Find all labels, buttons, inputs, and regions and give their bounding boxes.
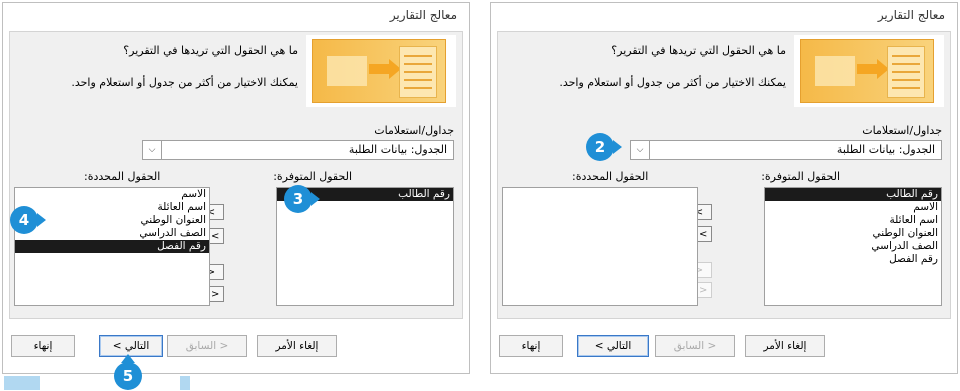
cancel-button[interactable]: إلغاء الأمر xyxy=(745,335,825,357)
selected-fields-label: الحقول المحددة: xyxy=(84,170,161,183)
tables-queries-label: جداول/استعلامات xyxy=(374,124,454,137)
selected-fields-list[interactable] xyxy=(502,187,698,306)
callout-badge-5: 5 xyxy=(114,362,142,390)
tables-queries-label: جداول/استعلامات xyxy=(862,124,942,137)
list-item[interactable]: اسم العائلة xyxy=(765,214,941,227)
previous-button[interactable]: < السابق xyxy=(167,335,247,357)
chevron-down-icon[interactable]: ⌵ xyxy=(631,141,650,159)
combo-value: الجدول: بيانات الطلبة xyxy=(836,143,935,156)
title-bar: معالج التقارير xyxy=(491,3,957,27)
report-wizard-dialog-right: معالج التقارير ما هي الحقول التي تريدها … xyxy=(490,2,958,374)
list-item[interactable]: رقم الفصل xyxy=(15,240,209,253)
list-item[interactable]: الاسم xyxy=(15,188,209,201)
finish-button[interactable]: إنهاء xyxy=(499,335,563,357)
wizard-content: ما هي الحقول التي تريدها في التقرير؟ يمك… xyxy=(9,31,463,319)
hint-text: يمكنك الاختيار من أكثر من جدول أو استعلا… xyxy=(71,76,298,89)
callout-arrow xyxy=(311,192,320,206)
wizard-content: ما هي الحقول التي تريدها في التقرير؟ يمك… xyxy=(497,31,951,319)
report-wizard-illustration xyxy=(800,39,934,103)
list-item[interactable]: رقم الطالب xyxy=(765,188,941,201)
decorative-bar xyxy=(180,376,190,390)
question-text: ما هي الحقول التي تريدها في التقرير؟ xyxy=(123,44,298,57)
combo-value: الجدول: بيانات الطلبة xyxy=(348,143,447,156)
report-wizard-illustration xyxy=(312,39,446,103)
wizard-footer: إلغاء الأمر < السابق التالي > إنهاء xyxy=(3,325,469,371)
available-fields-label: الحقول المتوفرة: xyxy=(273,170,352,183)
list-item[interactable]: العنوان الوطني xyxy=(765,227,941,240)
available-fields-label: الحقول المتوفرة: xyxy=(761,170,840,183)
dialog-title: معالج التقارير xyxy=(389,8,457,22)
callout-badge-4: 4 xyxy=(10,206,38,234)
callout-arrow xyxy=(121,354,135,363)
wizard-footer: إلغاء الأمر < السابق التالي > إنهاء xyxy=(491,325,957,371)
callout-badge-3: 3 xyxy=(284,185,312,213)
decorative-bar xyxy=(4,376,40,390)
cancel-button[interactable]: إلغاء الأمر xyxy=(257,335,337,357)
list-item[interactable]: الصف الدراسي xyxy=(765,240,941,253)
callout-arrow xyxy=(613,140,622,154)
wizard-graphic xyxy=(306,35,456,107)
list-item[interactable]: الاسم xyxy=(765,201,941,214)
next-button[interactable]: التالي > xyxy=(577,335,649,357)
callout-badge-2: 2 xyxy=(586,133,614,161)
dialog-title: معالج التقارير xyxy=(877,8,945,22)
finish-button[interactable]: إنهاء xyxy=(11,335,75,357)
chevron-down-icon[interactable]: ⌵ xyxy=(143,141,162,159)
list-item[interactable]: الصف الدراسي xyxy=(15,227,209,240)
tables-queries-combo[interactable]: الجدول: بيانات الطلبة ⌵ xyxy=(142,140,454,160)
available-fields-list[interactable]: رقم الطالب الاسم اسم العائلة العنوان الو… xyxy=(764,187,942,306)
selected-fields-list[interactable]: الاسم اسم العائلة العنوان الوطني الصف ال… xyxy=(14,187,210,306)
title-bar: معالج التقارير xyxy=(3,3,469,27)
callout-arrow xyxy=(37,213,46,227)
report-wizard-dialog-left: معالج التقارير ما هي الحقول التي تريدها … xyxy=(2,2,470,374)
previous-button[interactable]: < السابق xyxy=(655,335,735,357)
hint-text: يمكنك الاختيار من أكثر من جدول أو استعلا… xyxy=(559,76,786,89)
tables-queries-combo[interactable]: الجدول: بيانات الطلبة ⌵ xyxy=(630,140,942,160)
list-item[interactable]: رقم الفصل xyxy=(765,253,941,266)
selected-fields-label: الحقول المحددة: xyxy=(572,170,649,183)
wizard-graphic xyxy=(794,35,944,107)
question-text: ما هي الحقول التي تريدها في التقرير؟ xyxy=(611,44,786,57)
